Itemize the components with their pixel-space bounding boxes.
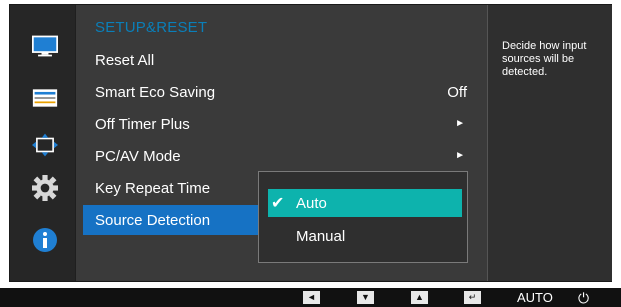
chevron-right-icon: ► — [455, 118, 465, 129]
onscreen-display-icon[interactable] — [32, 85, 58, 111]
up-arrow-key-icon[interactable]: ▲ — [411, 291, 428, 304]
bottom-key-guide: ◄ ▼ ▲ ↵ AUTO ⏻ — [0, 288, 621, 307]
option-label: Manual — [296, 228, 346, 245]
checkmark-icon: ✔ — [271, 195, 285, 212]
menu-item-smart-eco-saving[interactable]: Smart Eco Saving Off — [76, 77, 487, 108]
menu-item-label: Source Detection — [95, 212, 211, 229]
option-manual[interactable]: Manual — [268, 222, 462, 250]
position-icon[interactable] — [32, 132, 58, 158]
menu-item-source-detection[interactable]: Source Detection — [83, 205, 268, 235]
help-text: Decide how input sources will be detecte… — [502, 40, 587, 78]
chevron-right-icon: ► — [455, 150, 465, 161]
source-detection-submenu: ✔ Auto Manual — [258, 171, 468, 263]
menu-item-label: Smart Eco Saving — [95, 84, 216, 101]
menu-item-label: Off Timer Plus — [95, 116, 190, 133]
down-arrow-key-icon[interactable]: ▼ — [357, 291, 374, 304]
menu-item-off-timer-plus[interactable]: Off Timer Plus ► — [76, 109, 487, 140]
option-label: Auto — [296, 195, 327, 212]
option-auto[interactable]: ✔ Auto — [268, 189, 462, 217]
power-icon[interactable]: ⏻ — [578, 290, 589, 307]
setup-gear-icon[interactable] — [32, 175, 58, 201]
menu-item-value: Off — [447, 84, 467, 101]
menu-item-label: PC/AV Mode — [95, 148, 181, 165]
menu-item-reset-all[interactable]: Reset All — [76, 45, 487, 76]
enter-key-icon[interactable]: ↵ — [464, 291, 481, 304]
menu-title: SETUP&RESET — [95, 19, 208, 36]
left-arrow-key-icon[interactable]: ◄ — [303, 291, 320, 304]
menu-item-label: Reset All — [95, 52, 155, 69]
sidebar — [10, 5, 75, 281]
help-panel: Decide how input sources will be detecte… — [487, 5, 612, 281]
auto-key-label[interactable]: AUTO — [517, 290, 553, 305]
picture-icon[interactable] — [32, 33, 58, 59]
menu-item-label: Key Repeat Time — [95, 180, 211, 197]
menu-item-pc-av-mode[interactable]: PC/AV Mode ► — [76, 141, 487, 172]
information-icon[interactable] — [32, 227, 58, 253]
